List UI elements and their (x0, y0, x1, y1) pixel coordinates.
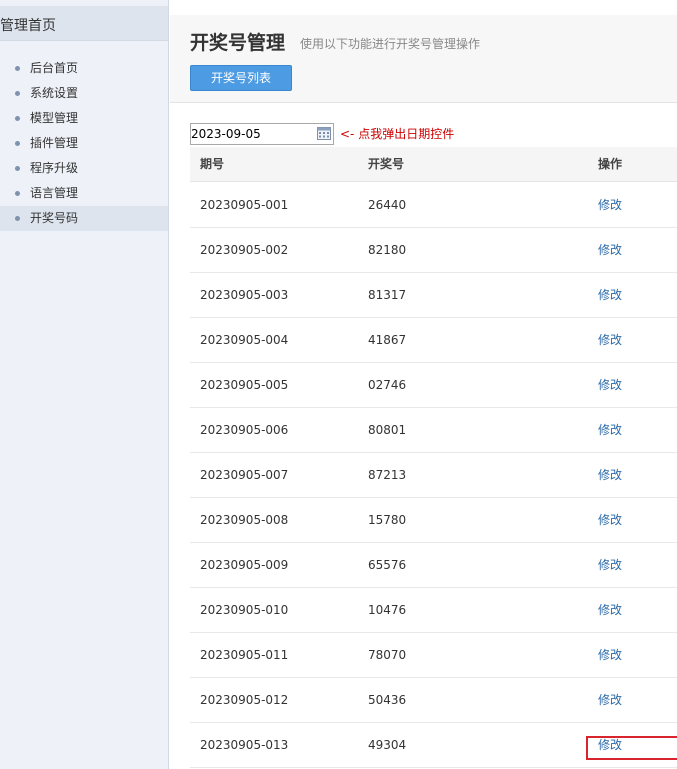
sidebar-item-label: 插件管理 (30, 136, 79, 150)
number-cell: 26440 (368, 198, 407, 212)
main-content: 开奖号管理 使用以下功能进行开奖号管理操作 开奖号列表 <- 点我弹出日期控件 … (170, 0, 677, 769)
table-row: 20230905-010 10476 修改 (190, 588, 677, 633)
issue-cell: 20230905-005 (200, 378, 289, 392)
issue-cell: 20230905-012 (200, 693, 289, 707)
table-row: 20230905-012 50436 修改 (190, 678, 677, 723)
edit-link[interactable]: 修改 (598, 453, 622, 498)
bullet-icon (15, 66, 20, 71)
edit-link[interactable]: 修改 (598, 273, 622, 318)
sidebar-item-lottery-numbers[interactable]: 开奖号码 (0, 206, 168, 231)
date-field[interactable] (190, 123, 334, 145)
table-row: 20230905-013 49304 修改 (190, 723, 677, 768)
bullet-icon (15, 216, 20, 221)
number-cell: 87213 (368, 468, 407, 482)
column-header-action: 操作 (598, 157, 623, 171)
issue-cell: 20230905-008 (200, 513, 289, 527)
edit-link[interactable]: 修改 (598, 543, 622, 588)
bullet-icon (15, 91, 20, 96)
issue-cell: 20230905-011 (200, 648, 289, 662)
issue-cell: 20230905-013 (200, 738, 289, 752)
number-cell: 65576 (368, 558, 407, 572)
sidebar-header[interactable]: 管理首页 (0, 6, 168, 41)
sidebar: 管理首页 后台首页 系统设置 模型管理 插件管理 程序升级 语言管理 开奖号码 (0, 0, 169, 769)
edit-link[interactable]: 修改 (598, 183, 622, 228)
issue-cell: 20230905-009 (200, 558, 289, 572)
issue-cell: 20230905-004 (200, 333, 289, 347)
sidebar-item-plugin-management[interactable]: 插件管理 (0, 131, 168, 156)
column-header-issue: 期号 (200, 157, 225, 171)
lottery-list-button[interactable]: 开奖号列表 (190, 65, 292, 91)
bullet-icon (15, 166, 20, 171)
bullet-icon (15, 116, 20, 121)
number-cell: 82180 (368, 243, 407, 257)
sidebar-item-system-settings[interactable]: 系统设置 (0, 81, 168, 106)
issue-cell: 20230905-010 (200, 603, 289, 617)
table-row: 20230905-009 65576 修改 (190, 543, 677, 588)
number-cell: 80801 (368, 423, 407, 437)
sidebar-header-label: 管理首页 (0, 18, 56, 34)
table-row: 20230905-001 26440 修改 (190, 183, 677, 228)
issue-cell: 20230905-002 (200, 243, 289, 257)
calendar-icon[interactable] (317, 126, 331, 140)
edit-link[interactable]: 修改 (598, 363, 622, 408)
date-picker-hint: <- 点我弹出日期控件 (340, 127, 455, 141)
table-header: 期号 开奖号 操作 (190, 147, 677, 182)
number-cell: 15780 (368, 513, 407, 527)
number-cell: 49304 (368, 738, 407, 752)
sidebar-item-label: 语言管理 (30, 186, 79, 200)
edit-link[interactable]: 修改 (598, 228, 622, 273)
header-panel: 开奖号管理 使用以下功能进行开奖号管理操作 开奖号列表 (170, 15, 677, 103)
table-row: 20230905-002 82180 修改 (190, 228, 677, 273)
edit-link[interactable]: 修改 (598, 588, 622, 633)
bullet-icon (15, 141, 20, 146)
table-row: 20230905-007 87213 修改 (190, 453, 677, 498)
table-row: 20230905-005 02746 修改 (190, 363, 677, 408)
number-cell: 78070 (368, 648, 407, 662)
sidebar-item-language-management[interactable]: 语言管理 (0, 181, 168, 206)
sidebar-item-program-upgrade[interactable]: 程序升级 (0, 156, 168, 181)
edit-link[interactable]: 修改 (598, 408, 622, 453)
edit-link[interactable]: 修改 (598, 678, 622, 723)
page-title: 开奖号管理 (190, 32, 286, 54)
number-cell: 02746 (368, 378, 407, 392)
issue-cell: 20230905-003 (200, 288, 289, 302)
sidebar-item-label: 系统设置 (30, 86, 79, 100)
table-body: 20230905-001 26440 修改 20230905-002 82180 修改 20… (190, 183, 677, 768)
edit-link[interactable]: 修改 (598, 633, 622, 678)
table-row: 20230905-006 80801 修改 (190, 408, 677, 453)
bullet-icon (15, 191, 20, 196)
table-row: 20230905-008 15780 修改 (190, 498, 677, 543)
sidebar-menu: 后台首页 系统设置 模型管理 插件管理 程序升级 语言管理 开奖号码 (0, 56, 168, 231)
number-cell: 41867 (368, 333, 407, 347)
edit-link[interactable]: 修改 (598, 498, 622, 543)
issue-cell: 20230905-006 (200, 423, 289, 437)
issue-cell: 20230905-007 (200, 468, 289, 482)
sidebar-item-label: 后台首页 (30, 61, 79, 75)
sidebar-item-label: 模型管理 (30, 111, 79, 125)
number-cell: 10476 (368, 603, 407, 617)
number-cell: 81317 (368, 288, 407, 302)
page-subtitle: 使用以下功能进行开奖号管理操作 (300, 37, 481, 51)
table-row: 20230905-011 78070 修改 (190, 633, 677, 678)
sidebar-item-label: 程序升级 (30, 161, 79, 175)
sidebar-item-label: 开奖号码 (30, 211, 79, 225)
table-row: 20230905-004 41867 修改 (190, 318, 677, 363)
number-cell: 50436 (368, 693, 407, 707)
highlight-box (586, 736, 677, 760)
column-header-number: 开奖号 (368, 157, 405, 171)
issue-cell: 20230905-001 (200, 198, 289, 212)
table-row: 20230905-003 81317 修改 (190, 273, 677, 318)
sidebar-item-model-management[interactable]: 模型管理 (0, 106, 168, 131)
sidebar-item-dashboard[interactable]: 后台首页 (0, 56, 168, 81)
edit-link[interactable]: 修改 (598, 318, 622, 363)
